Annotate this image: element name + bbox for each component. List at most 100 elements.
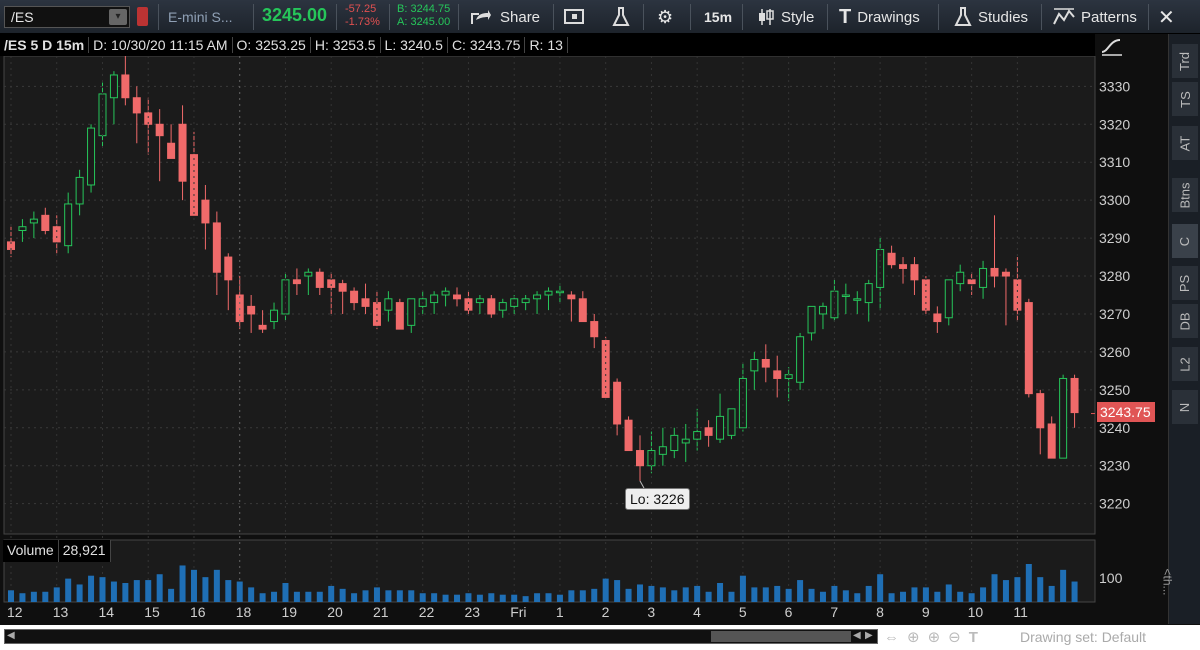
text-tool-icon[interactable]: T xyxy=(969,629,978,646)
candle-down xyxy=(887,252,896,266)
timeframe-button[interactable]: 15m xyxy=(704,0,732,34)
chart-settings-button[interactable] xyxy=(564,0,586,34)
candle-up xyxy=(1059,377,1068,459)
flask-button[interactable] xyxy=(612,0,630,34)
candle-up xyxy=(853,298,862,301)
volume-bar xyxy=(339,588,346,602)
gear-icon: ⚙ xyxy=(657,6,674,27)
volume-bar xyxy=(785,588,792,602)
studies-button[interactable]: Studies xyxy=(954,0,1028,34)
drawing-set-label[interactable]: Drawing set: Default xyxy=(1020,629,1146,645)
x-tick-label: 14 xyxy=(98,604,114,620)
info-open: O: 3253.25 xyxy=(233,37,311,53)
info-date: D: 10/30/20 11:15 AM xyxy=(89,37,233,53)
volume-bar xyxy=(225,580,232,602)
zoom-out-icon[interactable]: ⊖ xyxy=(948,628,961,646)
side-tab-n[interactable]: N xyxy=(1172,390,1198,424)
crosshair-icon[interactable]: ⊕ xyxy=(907,628,920,646)
candle-down xyxy=(315,271,324,288)
candle-up xyxy=(807,305,816,334)
style-button[interactable]: Style xyxy=(757,0,814,34)
side-tab-ps[interactable]: PS xyxy=(1172,266,1198,300)
volume-bar xyxy=(831,585,838,602)
side-tab-ts[interactable]: TS xyxy=(1172,82,1198,116)
scroll-right-arrow-icon[interactable]: ▶ xyxy=(865,630,873,641)
symbol-link-icon[interactable] xyxy=(137,7,148,26)
volume-pane-label: Volume 28,921 xyxy=(3,540,111,562)
volume-bar xyxy=(99,577,106,602)
candle-up xyxy=(944,279,953,319)
side-tab-l2[interactable]: L2 xyxy=(1172,347,1198,381)
share-button[interactable]: Share xyxy=(470,0,540,34)
volume-bar xyxy=(636,584,643,602)
volume-bar xyxy=(76,584,83,602)
y-tick-label: 3230 xyxy=(1099,458,1130,474)
y-tick-label: 3280 xyxy=(1099,268,1130,284)
close-button[interactable]: ✕ xyxy=(1158,0,1175,34)
symbol-description: E-mini S... xyxy=(168,9,233,25)
scroll-thumb[interactable] xyxy=(711,631,851,642)
volume-bar xyxy=(568,590,575,602)
volume-title[interactable]: Volume xyxy=(3,540,59,562)
volume-bar xyxy=(602,578,609,602)
candle-down xyxy=(1070,377,1079,414)
candle-up xyxy=(270,309,279,323)
volume-bar xyxy=(293,591,300,602)
volume-bar xyxy=(774,585,781,602)
horizontal-scrollbar[interactable]: ◀ ◀ ▶ xyxy=(4,629,878,644)
divider xyxy=(336,4,337,30)
price-chart[interactable]: 3220323032403250326032703280329033003310… xyxy=(0,56,1168,624)
chevron-down-icon[interactable]: ▾ xyxy=(109,9,127,25)
drawings-button[interactable]: T Drawings xyxy=(839,0,920,34)
divider xyxy=(1041,4,1042,30)
candle-down xyxy=(1024,302,1033,395)
side-tab-btns[interactable]: Btns xyxy=(1172,178,1198,212)
candle-up xyxy=(521,298,530,304)
side-tab-label: DB xyxy=(1177,311,1193,331)
symbol-input[interactable]: /ES ▾ xyxy=(4,6,130,28)
candle-up xyxy=(18,226,27,232)
candle-down xyxy=(910,264,919,281)
candle-down xyxy=(1047,423,1056,459)
side-tab-db[interactable]: DB xyxy=(1172,304,1198,338)
volume-bar xyxy=(671,590,678,602)
candle-up xyxy=(681,438,690,444)
side-tab-trd[interactable]: Trd xyxy=(1172,44,1198,78)
divider xyxy=(253,4,254,30)
side-tab-label: N xyxy=(1177,402,1193,412)
zoom-in-icon[interactable]: ⊕ xyxy=(928,628,941,646)
candle-down xyxy=(178,123,187,182)
candle-up xyxy=(430,294,439,304)
side-tab-at[interactable]: AT xyxy=(1172,126,1198,160)
candle-up xyxy=(716,415,725,440)
candle-down xyxy=(361,298,370,307)
x-tick-label: 4 xyxy=(693,604,701,620)
side-collapse-label[interactable]: <th... xyxy=(1161,568,1175,595)
volume-bar xyxy=(213,569,220,602)
volume-bar xyxy=(19,593,26,602)
x-tick-label: 2 xyxy=(602,604,610,620)
volume-bar xyxy=(934,591,941,602)
gear-button[interactable]: ⚙ xyxy=(657,0,673,34)
flask-icon xyxy=(954,7,972,26)
pan-icon[interactable]: ⇔ xyxy=(884,629,899,646)
candle-up xyxy=(441,290,450,296)
volume-bar xyxy=(545,593,552,602)
x-tick-label: 6 xyxy=(785,604,793,620)
side-tab-c[interactable]: C xyxy=(1172,224,1198,258)
divider xyxy=(742,4,743,30)
scroll-left-arrow-icon[interactable]: ◀ xyxy=(853,630,861,641)
volume-bar xyxy=(865,585,872,602)
y-tick-label: 3320 xyxy=(1099,116,1130,132)
y-tick-label: 3250 xyxy=(1099,382,1130,398)
trend-icon[interactable] xyxy=(1100,36,1124,56)
x-tick-label: 12 xyxy=(7,604,23,620)
volume-bar xyxy=(648,585,655,602)
scroll-left-arrow-icon[interactable]: ◀ xyxy=(7,630,15,641)
patterns-button[interactable]: Patterns xyxy=(1053,0,1137,34)
candle-up xyxy=(796,336,805,383)
volume-bar xyxy=(271,591,278,602)
divider xyxy=(1148,4,1149,30)
x-tick-label: 10 xyxy=(968,604,984,620)
info-symbol-period[interactable]: /ES 5 D 15m xyxy=(0,37,90,53)
